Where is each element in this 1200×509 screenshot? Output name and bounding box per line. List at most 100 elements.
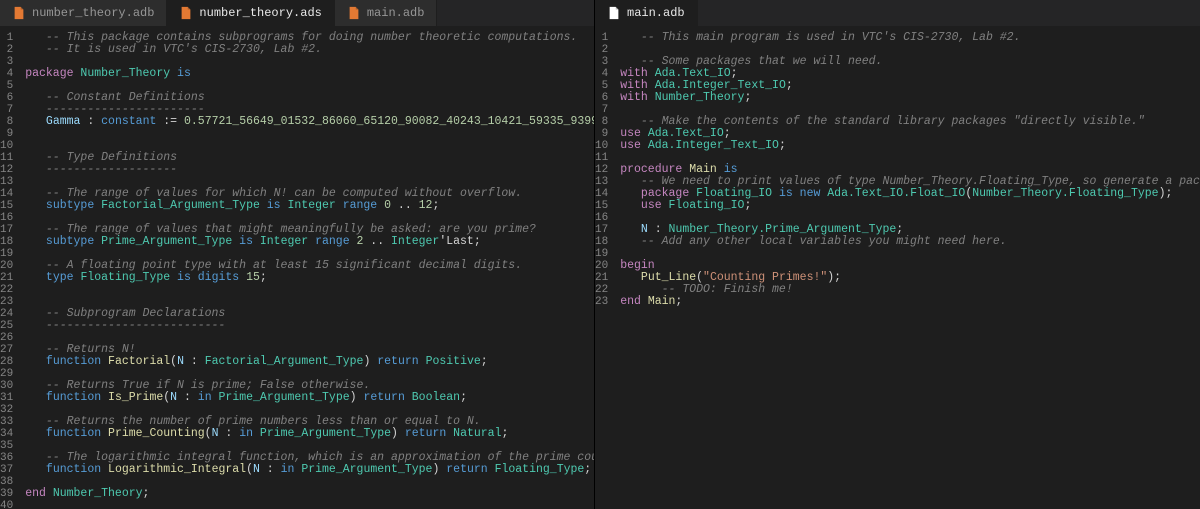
token: range: [336, 199, 384, 212]
tab-right-0[interactable]: main.adb: [595, 0, 698, 26]
token: :: [177, 391, 198, 404]
token: 'Last;: [439, 235, 480, 248]
code-line[interactable]: -- It is used in VTC's CIS-2730, Lab #2.: [25, 44, 594, 56]
code-line[interactable]: use Floating_IO;: [620, 200, 1200, 212]
line-number: 33: [0, 416, 19, 428]
code-line[interactable]: function Prime_Counting(N : in Prime_Arg…: [25, 428, 594, 440]
line-number: 5: [0, 80, 19, 92]
editor-right[interactable]: 1234567891011121314151617181920212223 --…: [595, 26, 1200, 509]
line-number: 2: [595, 44, 614, 56]
token: return: [363, 391, 411, 404]
token: subtype: [46, 199, 101, 212]
tab-label: main.adb: [627, 6, 685, 20]
code-line[interactable]: -- TODO: Finish me!: [620, 284, 1200, 296]
code-line[interactable]: [25, 128, 594, 140]
tab-left-0[interactable]: number_theory.adb: [0, 0, 167, 26]
code-line[interactable]: end Number_Theory;: [25, 488, 594, 500]
code-line[interactable]: -- Add any other local variables you mig…: [620, 236, 1200, 248]
tab-left-2[interactable]: main.adb: [335, 0, 438, 26]
line-number: 7: [0, 104, 19, 116]
line-number: 14: [0, 188, 19, 200]
token: Is_Prime: [108, 391, 163, 404]
token: ;: [260, 271, 267, 284]
line-number: 24: [0, 308, 19, 320]
left-editor-pane: number_theory.adb number_theory.ads main.a…: [0, 0, 595, 509]
token: is new: [772, 187, 827, 200]
token: function: [46, 391, 108, 404]
token: ): [363, 355, 377, 368]
token: [25, 199, 46, 212]
line-number: 6: [0, 92, 19, 104]
code-line[interactable]: subtype Factorial_Argument_Type is Integ…: [25, 200, 594, 212]
code-line[interactable]: Gamma : constant := 0.57721_56649_01532_…: [25, 116, 594, 128]
editor-left[interactable]: 1234567891011121314151617181920212223242…: [0, 26, 594, 509]
line-number: 4: [595, 68, 614, 80]
token: );: [827, 271, 841, 284]
token: --------------------------: [25, 319, 225, 332]
line-number: 9: [595, 128, 614, 140]
token: ..: [391, 199, 419, 212]
token: [25, 427, 46, 440]
line-number: 19: [595, 248, 614, 260]
token: 15: [246, 271, 260, 284]
code-right[interactable]: -- This main program is used in VTC's CI…: [614, 26, 1200, 509]
line-number: 6: [595, 92, 614, 104]
code-line[interactable]: --------------------------: [25, 320, 594, 332]
token: [620, 199, 641, 212]
line-number: 35: [0, 440, 19, 452]
token: return: [405, 427, 453, 440]
code-line[interactable]: [620, 248, 1200, 260]
code-line[interactable]: function Is_Prime(N : in Prime_Argument_…: [25, 392, 594, 404]
line-number: 2: [0, 44, 19, 56]
code-line[interactable]: package Number_Theory is: [25, 68, 594, 80]
right-editor-pane: main.adb 1234567891011121314151617181920…: [595, 0, 1200, 509]
token: Prime_Argument_Type: [219, 391, 350, 404]
token: is digits: [170, 271, 246, 284]
token: ;: [481, 355, 488, 368]
token: -- This main program is used in VTC's CI…: [620, 31, 1020, 44]
tab-left-1[interactable]: number_theory.ads: [167, 0, 334, 26]
token: Positive: [426, 355, 481, 368]
token: [25, 115, 46, 128]
line-number: 17: [0, 224, 19, 236]
token: constant: [101, 115, 156, 128]
code-line[interactable]: use Ada.Integer_Text_IO;: [620, 140, 1200, 152]
code-line[interactable]: function Factorial(N : Factorial_Argumen…: [25, 356, 594, 368]
line-number: 13: [0, 176, 19, 188]
token: ;: [675, 295, 682, 308]
token: end: [620, 295, 648, 308]
code-left[interactable]: -- This package contains subprograms for…: [19, 26, 594, 509]
code-line[interactable]: -------------------: [25, 164, 594, 176]
line-number: 21: [0, 272, 19, 284]
token: -------------------: [25, 163, 177, 176]
token: Number_Theory: [80, 67, 170, 80]
token: ): [350, 391, 364, 404]
code-line[interactable]: [25, 500, 594, 509]
token: Floating_Type: [80, 271, 170, 284]
token: (: [246, 463, 253, 476]
token: :: [80, 115, 101, 128]
token: Logarithmic_Integral: [108, 463, 246, 476]
token: use: [620, 139, 648, 152]
code-line[interactable]: function Logarithmic_Integral(N : in Pri…: [25, 464, 594, 476]
token: 0.57721_56649_01532_86060_65120_90082_40…: [184, 115, 594, 128]
token: ;: [744, 199, 751, 212]
tab-label: number_theory.adb: [32, 6, 154, 20]
line-number: 19: [0, 248, 19, 260]
token: 0: [384, 199, 391, 212]
file-icon: [607, 6, 621, 20]
code-line[interactable]: end Main;: [620, 296, 1200, 308]
token: Integer: [260, 235, 308, 248]
code-line[interactable]: with Number_Theory;: [620, 92, 1200, 104]
token: Prime_Argument_Type: [101, 235, 232, 248]
token: Number_Theory.Floating_Type: [972, 187, 1158, 200]
code-line[interactable]: [25, 284, 594, 296]
code-line[interactable]: -- This main program is used in VTC's CI…: [620, 32, 1200, 44]
line-number: 15: [0, 200, 19, 212]
tab-label: number_theory.ads: [199, 6, 321, 20]
line-number: 3: [0, 56, 19, 68]
token: is: [232, 235, 260, 248]
code-line[interactable]: subtype Prime_Argument_Type is Integer r…: [25, 236, 594, 248]
code-line[interactable]: type Floating_Type is digits 15;: [25, 272, 594, 284]
line-number: 20: [595, 260, 614, 272]
